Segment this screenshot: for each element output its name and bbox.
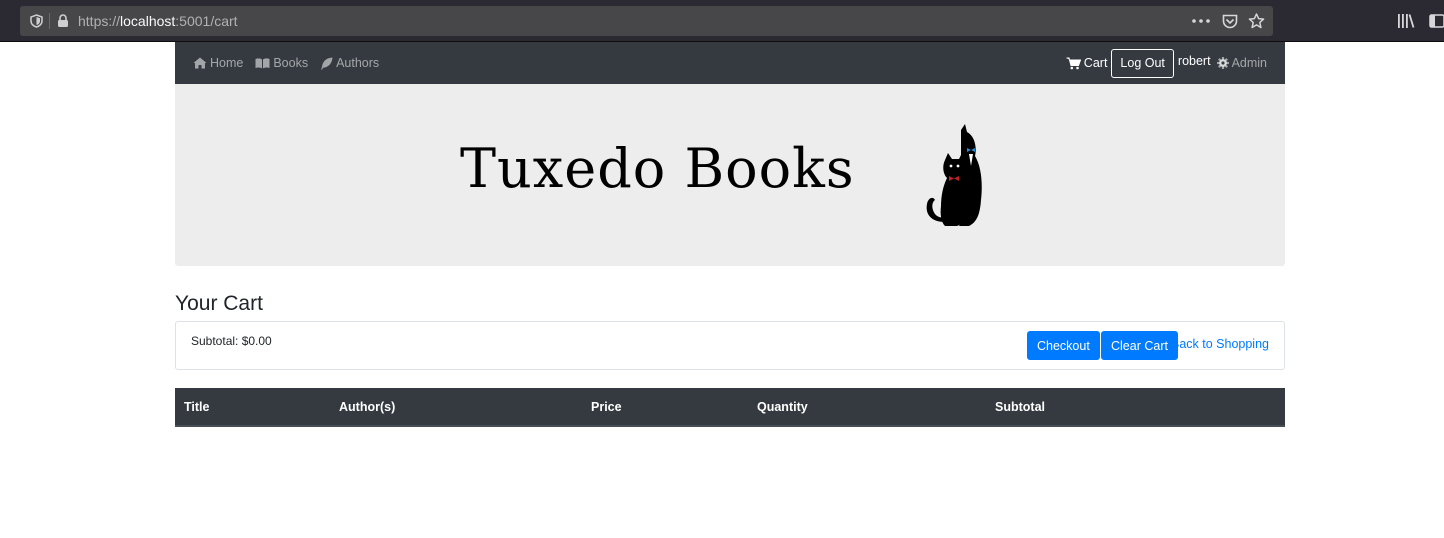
column-header-subtotal: Subtotal xyxy=(986,388,1285,427)
book-open-icon xyxy=(255,57,270,68)
table-header-row: Title Author(s) Price Quantity Subtotal xyxy=(175,388,1285,427)
back-to-shopping-link[interactable]: Back to Shopping xyxy=(1171,337,1269,351)
navbar: Home Books Authors Cart Log Out robert A… xyxy=(175,42,1285,84)
gear-icon xyxy=(1216,57,1229,69)
nav-authors-link[interactable]: Authors xyxy=(320,56,379,70)
nav-left: Home Books Authors xyxy=(193,56,391,70)
library-icon[interactable] xyxy=(1397,6,1415,36)
cart-table: Title Author(s) Price Quantity Subtotal xyxy=(175,388,1285,427)
sidebar-icon[interactable] xyxy=(1429,6,1444,36)
nav-admin-link[interactable]: Admin xyxy=(1216,56,1267,70)
nav-right: Cart Log Out robert Admin xyxy=(1066,42,1267,84)
cart-subtotal: Subtotal: $0.00 xyxy=(191,334,272,348)
cart-summary: Subtotal: $0.00 Checkout Clear Cart Back… xyxy=(175,321,1285,370)
nav-home-link[interactable]: Home xyxy=(193,56,243,70)
column-header-price: Price xyxy=(582,388,748,427)
username-label: robert xyxy=(1177,54,1211,68)
nav-admin-label: Admin xyxy=(1231,56,1267,70)
address-bar[interactable]: https://localhost:5001/cart xyxy=(20,6,1273,36)
shield-icon[interactable] xyxy=(28,6,44,36)
nav-books-link[interactable]: Books xyxy=(255,56,308,70)
ellipsis-icon[interactable] xyxy=(1192,6,1210,36)
logo-text: Tuxedo Books xyxy=(460,137,855,200)
url-text[interactable]: https://localhost:5001/cart xyxy=(78,6,238,36)
feather-icon xyxy=(321,57,333,69)
shopping-cart-icon xyxy=(1066,57,1081,69)
page-title: Your Cart xyxy=(175,292,263,315)
tuxedo-cats-logo-icon xyxy=(926,124,982,226)
nav-cart-link[interactable]: Cart xyxy=(1066,56,1108,70)
nav-cart-label: Cart xyxy=(1083,56,1108,70)
column-header-title: Title xyxy=(175,388,330,427)
column-header-authors: Author(s) xyxy=(330,388,582,427)
nav-home-label: Home xyxy=(210,56,244,70)
column-header-quantity: Quantity xyxy=(748,388,986,427)
logout-button[interactable]: Log Out xyxy=(1111,48,1174,78)
pocket-icon[interactable] xyxy=(1222,6,1238,36)
nav-books-label: Books xyxy=(273,56,309,70)
nav-authors-label: Authors xyxy=(336,56,380,70)
checkout-button[interactable]: Checkout xyxy=(1027,331,1100,360)
lock-icon[interactable] xyxy=(56,6,70,36)
banner: Tuxedo Books xyxy=(175,84,1285,266)
star-icon[interactable] xyxy=(1248,6,1265,36)
home-icon xyxy=(193,57,207,69)
browser-toolbar: https://localhost:5001/cart xyxy=(0,0,1444,42)
url-divider xyxy=(49,13,50,29)
page-container: Home Books Authors Cart Log Out robert A… xyxy=(175,42,1285,427)
clear-cart-button[interactable]: Clear Cart xyxy=(1101,331,1178,360)
